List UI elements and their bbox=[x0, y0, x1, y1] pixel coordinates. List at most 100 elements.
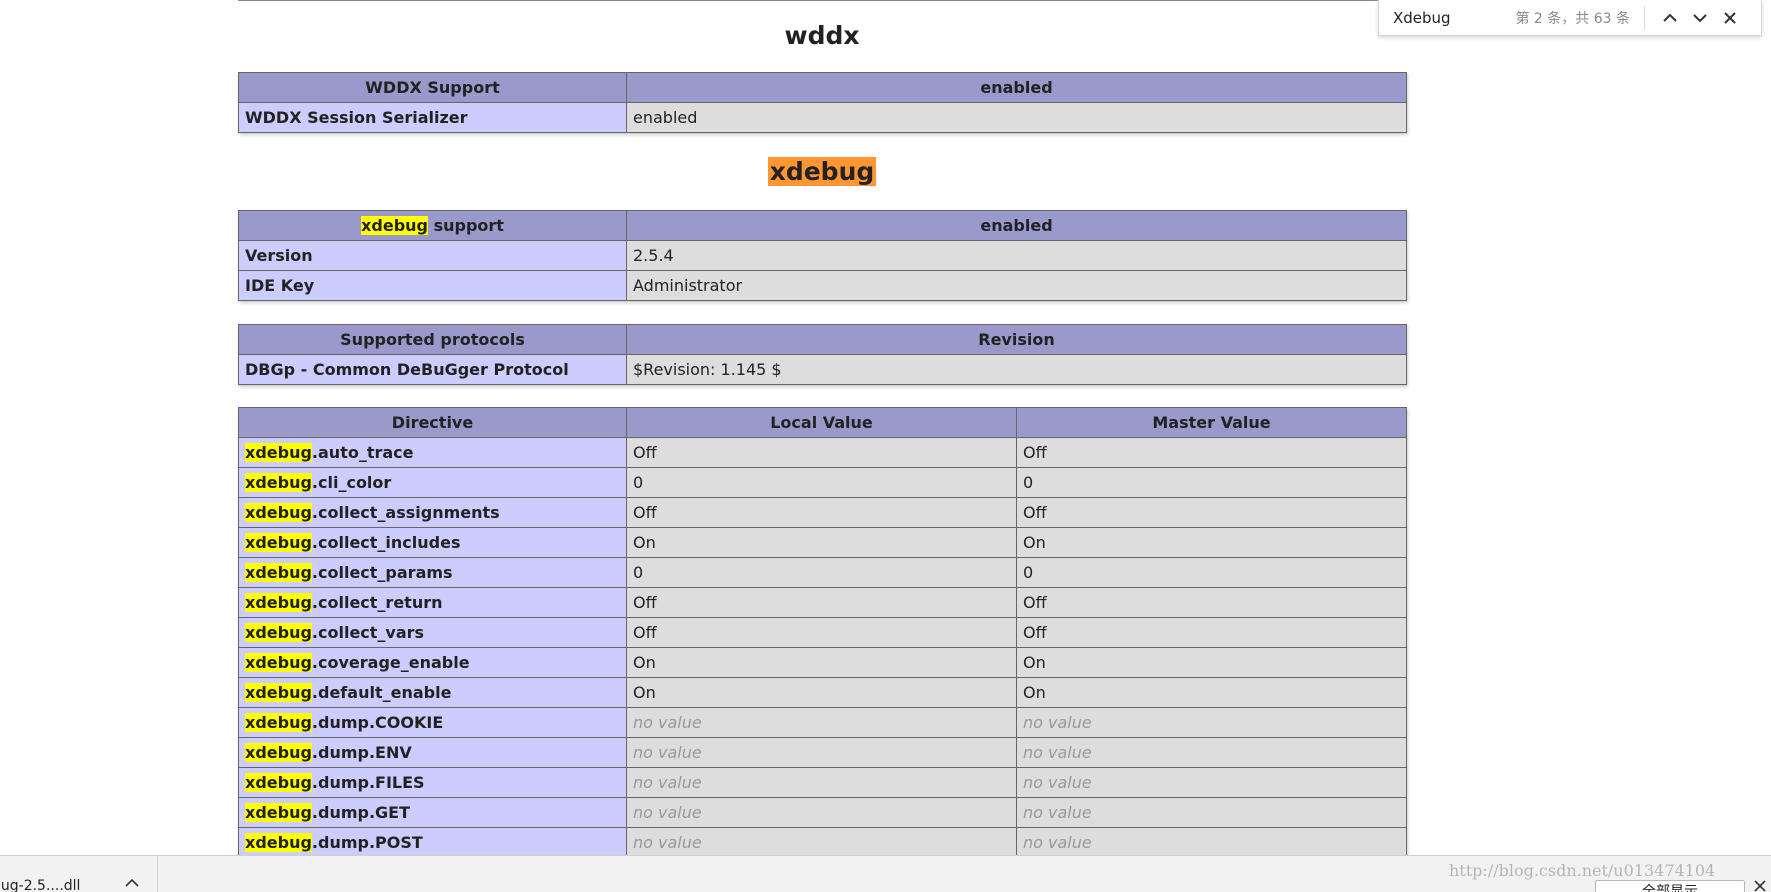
table-row: xdebug.dump.POST no value no value bbox=[238, 827, 1407, 855]
directive-name: xdebug.default_enable bbox=[238, 677, 627, 708]
find-bar: 第 2 条，共 63 条 bbox=[1378, 0, 1762, 36]
directive-suffix: .auto_trace bbox=[311, 443, 414, 462]
master-value: Off bbox=[1016, 437, 1407, 468]
master-value-cell: no value bbox=[1016, 767, 1407, 798]
directive-name: xdebug.collect_vars bbox=[238, 617, 627, 648]
no-value-text: no value bbox=[1023, 713, 1092, 732]
chevron-up-icon bbox=[1663, 13, 1677, 22]
master-value: Off bbox=[1016, 617, 1407, 648]
directive-name: xdebug.collect_assignments bbox=[238, 497, 627, 528]
search-highlight: xdebug bbox=[245, 563, 312, 582]
local-value-cell: no value bbox=[626, 737, 1017, 768]
directive-suffix: .dump.ENV bbox=[311, 743, 412, 762]
wddx-table: WDDX Support enabled WDDX Session Serial… bbox=[238, 72, 1407, 133]
directive-suffix: .collect_assignments bbox=[311, 503, 500, 522]
download-bar: bug-2.5....dll 全部显示 bbox=[0, 855, 1771, 892]
phpinfo-page: wddx WDDX Support enabled WDDX Session S… bbox=[0, 0, 1771, 855]
table-row: xdebug.dump.GET no value no value bbox=[238, 797, 1407, 828]
table-bottom-edge bbox=[238, 0, 1406, 1]
row-name: WDDX Session Serializer bbox=[238, 102, 627, 133]
xdebug-directives-table: Directive Local Value Master Value xdebu… bbox=[238, 407, 1407, 855]
chevron-up-icon[interactable] bbox=[122, 876, 142, 890]
master-value: On bbox=[1016, 647, 1407, 678]
row-name: Version bbox=[238, 240, 627, 271]
table-row: xdebug.dump.COOKIE no value no value bbox=[238, 707, 1407, 738]
header-cell: xdebug support bbox=[238, 210, 627, 241]
master-value: 0 bbox=[1016, 467, 1407, 498]
header-text: support bbox=[428, 216, 504, 235]
active-search-highlight: xdebug bbox=[767, 157, 877, 186]
local-value-cell: no value bbox=[626, 797, 1017, 828]
directive-suffix: .dump.GET bbox=[311, 803, 411, 822]
directive-name: xdebug.cli_color bbox=[238, 467, 627, 498]
no-value-text: no value bbox=[633, 833, 702, 852]
table-header-row: Supported protocols Revision bbox=[238, 324, 1407, 355]
search-highlight: xdebug bbox=[245, 623, 312, 642]
local-value: Off bbox=[626, 617, 1017, 648]
master-value: 0 bbox=[1016, 557, 1407, 588]
directive-suffix: .default_enable bbox=[311, 683, 452, 702]
download-item[interactable]: bug-2.5....dll bbox=[0, 856, 158, 892]
directive-name: xdebug.collect_includes bbox=[238, 527, 627, 558]
header-cell: Directive bbox=[238, 407, 627, 438]
search-highlight: xdebug bbox=[245, 503, 312, 522]
table-row: xdebug.dump.FILES no value no value bbox=[238, 767, 1407, 798]
local-value: Off bbox=[626, 497, 1017, 528]
table-row: xdebug.cli_color 0 0 bbox=[238, 467, 1407, 498]
table-row: xdebug.auto_trace Off Off bbox=[238, 437, 1407, 468]
search-highlight: xdebug bbox=[245, 653, 312, 672]
header-cell: Revision bbox=[626, 324, 1407, 355]
master-value: Off bbox=[1016, 497, 1407, 528]
local-value: 0 bbox=[626, 557, 1017, 588]
local-value: 0 bbox=[626, 467, 1017, 498]
find-next-button[interactable] bbox=[1685, 3, 1715, 33]
directive-rows: xdebug.auto_trace Off Off xdebug.cli_color 0… bbox=[238, 437, 1407, 855]
table-row: xdebug.collect_assignments Off Off bbox=[238, 497, 1407, 528]
table-row: xdebug.collect_vars Off Off bbox=[238, 617, 1407, 648]
section-title-xdebug: xdebug bbox=[238, 155, 1406, 189]
local-value-cell: no value bbox=[626, 767, 1017, 798]
close-icon[interactable] bbox=[1752, 878, 1768, 892]
directive-suffix: .cli_color bbox=[311, 473, 392, 492]
local-value: On bbox=[626, 527, 1017, 558]
search-highlight: xdebug bbox=[245, 803, 312, 822]
find-input[interactable] bbox=[1391, 7, 1505, 28]
header-cell: Local Value bbox=[626, 407, 1017, 438]
table-header-row: xdebug support enabled bbox=[238, 210, 1407, 241]
directive-suffix: .coverage_enable bbox=[311, 653, 470, 672]
local-value-cell: no value bbox=[626, 707, 1017, 738]
table-row: xdebug.dump.ENV no value no value bbox=[238, 737, 1407, 768]
directive-suffix: .collect_params bbox=[311, 563, 453, 582]
table-row: IDE Key Administrator bbox=[238, 270, 1407, 301]
no-value-text: no value bbox=[1023, 743, 1092, 762]
search-highlight: xdebug bbox=[245, 773, 312, 792]
master-value: On bbox=[1016, 527, 1407, 558]
no-value-text: no value bbox=[1023, 773, 1092, 792]
search-highlight: xdebug bbox=[245, 473, 312, 492]
no-value-text: no value bbox=[633, 713, 702, 732]
master-value: On bbox=[1016, 677, 1407, 708]
directive-suffix: .dump.POST bbox=[311, 833, 423, 852]
master-value-cell: no value bbox=[1016, 707, 1407, 738]
search-highlight: xdebug bbox=[245, 743, 312, 762]
header-cell: WDDX Support bbox=[238, 72, 627, 103]
directive-name: xdebug.dump.FILES bbox=[238, 767, 627, 798]
local-value: On bbox=[626, 647, 1017, 678]
download-item-name: bug-2.5....dll bbox=[0, 878, 81, 892]
table-row: DBGp - Common DeBuGger Protocol $Revisio… bbox=[238, 354, 1407, 385]
directive-name: xdebug.dump.POST bbox=[238, 827, 627, 855]
section-title-wddx: wddx bbox=[784, 21, 860, 50]
directive-name: xdebug.dump.COOKIE bbox=[238, 707, 627, 738]
find-prev-button[interactable] bbox=[1655, 3, 1685, 33]
local-value: Off bbox=[626, 437, 1017, 468]
find-close-button[interactable] bbox=[1715, 3, 1745, 33]
search-highlight: xdebug bbox=[245, 833, 312, 852]
search-highlight: xdebug bbox=[245, 713, 312, 732]
table-row: xdebug.collect_return Off Off bbox=[238, 587, 1407, 618]
directive-name: xdebug.dump.GET bbox=[238, 797, 627, 828]
row-value: Administrator bbox=[626, 270, 1407, 301]
header-cell: enabled bbox=[626, 72, 1407, 103]
table-header-row: WDDX Support enabled bbox=[238, 72, 1407, 103]
master-value-cell: no value bbox=[1016, 827, 1407, 855]
show-all-button[interactable]: 全部显示 bbox=[1595, 880, 1745, 892]
